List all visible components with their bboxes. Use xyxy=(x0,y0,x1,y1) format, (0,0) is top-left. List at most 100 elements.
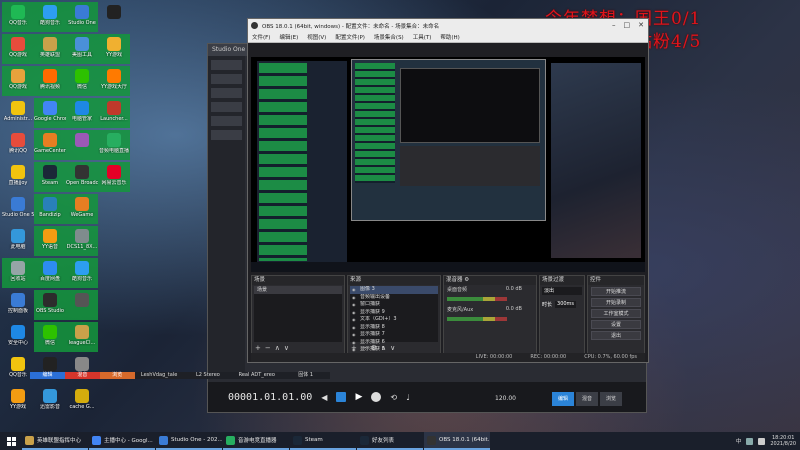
desktop-icon[interactable]: WeGame xyxy=(66,194,98,224)
menu-item[interactable]: 场景集合(S) xyxy=(374,33,404,41)
desktop-icon[interactable]: 此电脑 xyxy=(2,226,34,256)
desktop-icon[interactable]: Steam xyxy=(34,162,66,192)
close-icon[interactable]: ✕ xyxy=(638,21,644,29)
ime-indicator[interactable]: 中 xyxy=(736,437,742,445)
menu-item[interactable]: 帮助(H) xyxy=(440,33,459,41)
remove-icon[interactable]: − xyxy=(265,344,271,352)
desktop-icon[interactable]: 回收站 xyxy=(2,258,34,288)
tab-edit[interactable]: 编辑 xyxy=(552,392,574,406)
desktop-icon[interactable]: QQ音乐 xyxy=(2,2,34,32)
desktop-icon[interactable]: 美图工具 xyxy=(66,34,98,64)
desktop-icon[interactable]: YY游戏 xyxy=(2,386,34,416)
channel-label[interactable]: LeshVdag_tale xyxy=(134,372,184,379)
desktop-icon[interactable]: cache G... xyxy=(66,386,98,416)
desktop-icon[interactable]: 电脑管家 xyxy=(66,98,98,128)
source-item[interactable]: 音频输出设备 xyxy=(350,294,438,302)
desktop-icon[interactable]: 腾讯视频 xyxy=(34,66,66,96)
menu-item[interactable]: 配置文件(P) xyxy=(335,33,365,41)
play-icon[interactable]: ▶ xyxy=(355,392,362,402)
volume-slider[interactable] xyxy=(447,317,508,321)
maximize-icon[interactable]: □ xyxy=(624,21,631,29)
channel-label[interactable]: 浏览 xyxy=(99,372,135,379)
minimize-icon[interactable]: – xyxy=(612,21,616,29)
down-icon[interactable]: ∨ xyxy=(284,344,289,352)
channel-label[interactable]: 编辑 xyxy=(30,372,65,379)
desktop-icon[interactable]: 酷狗音乐 xyxy=(66,258,98,288)
desktop-icon[interactable]: 微信 xyxy=(34,322,66,352)
menu-item[interactable]: 文件(F) xyxy=(252,33,270,41)
source-item[interactable]: 显示捕获 8 xyxy=(350,324,438,332)
control-button[interactable]: 开始推流 xyxy=(591,287,641,296)
taskbar-item[interactable]: Studio One - 202... xyxy=(156,432,222,450)
taskbar-item[interactable]: Steam xyxy=(290,432,356,450)
gear-icon[interactable]: ⚙ xyxy=(464,277,469,283)
network-icon[interactable] xyxy=(746,437,754,445)
channel-label[interactable]: 混音 xyxy=(64,372,100,379)
desktop-icon[interactable]: GameCenter xyxy=(34,130,66,160)
taskbar-item[interactable]: 主播中心 - Googl... xyxy=(89,432,155,450)
channel-label[interactable]: L2 Stereo xyxy=(183,372,233,379)
taskbar-item[interactable]: 音游电竞直播器 xyxy=(223,432,289,450)
up-icon[interactable]: ∧ xyxy=(275,344,280,352)
source-item[interactable]: 窗口捕获 xyxy=(350,301,438,309)
taskbar-item[interactable]: 好友列表 xyxy=(357,432,423,450)
record-icon[interactable] xyxy=(371,392,382,402)
volume-icon[interactable] xyxy=(758,437,766,445)
menu-item[interactable]: 工具(T) xyxy=(413,33,432,41)
desktop-icon[interactable] xyxy=(66,290,98,320)
stop-icon[interactable] xyxy=(336,392,347,402)
desktop-icon[interactable]: YY游戏大厅 xyxy=(98,66,130,96)
desktop-icon[interactable]: YY游戏 xyxy=(98,34,130,64)
desktop-icon[interactable] xyxy=(66,130,98,160)
transition-select[interactable]: 淡出 xyxy=(542,287,582,295)
gear-icon[interactable]: ⚙ xyxy=(371,344,377,352)
daw-track-button[interactable] xyxy=(211,88,242,98)
menu-item[interactable]: 视图(V) xyxy=(307,33,326,41)
control-button[interactable]: 工作室模式 xyxy=(591,309,641,318)
obs-preview[interactable]: 今日梦想：钻粉4/5 xyxy=(251,57,645,272)
desktop-icon[interactable]: leagueCl... xyxy=(66,322,98,352)
daw-track-button[interactable] xyxy=(211,60,242,70)
daw-track-button[interactable] xyxy=(211,74,242,84)
control-button[interactable]: 开始录制 xyxy=(591,298,641,307)
desktop-icon[interactable]: 英雄联盟 xyxy=(34,34,66,64)
desktop-icon[interactable] xyxy=(34,354,66,384)
metronome-icon[interactable]: ♩ xyxy=(406,393,410,402)
desktop-icon[interactable]: 音频电脑直播 xyxy=(98,130,130,160)
add-icon[interactable]: + xyxy=(255,344,261,352)
source-item[interactable]: 图像 3 xyxy=(350,286,438,294)
desktop-icon[interactable]: 控制面板 xyxy=(2,290,34,320)
desktop-icon[interactable]: YY语音 xyxy=(34,226,66,256)
volume-slider[interactable] xyxy=(447,297,508,301)
start-button[interactable] xyxy=(0,432,22,450)
taskbar-item[interactable]: 英雄联盟指挥中心 xyxy=(22,432,88,450)
desktop-icon[interactable]: 百度网盘 xyxy=(34,258,66,288)
source-item[interactable]: 文本（GDI+）3 xyxy=(350,316,438,324)
desktop-icon[interactable]: Launcher... xyxy=(98,98,130,128)
desktop-icon[interactable]: Studio One xyxy=(66,2,98,32)
down-icon[interactable]: ∨ xyxy=(390,344,395,352)
taskbar-item[interactable]: OBS 18.0.1 (64bit... xyxy=(424,432,490,450)
desktop-icon[interactable]: 安全中心 xyxy=(2,322,34,352)
source-item[interactable]: 显示捕获 9 xyxy=(350,309,438,317)
scene-item[interactable]: 场景 xyxy=(254,286,342,294)
clock[interactable]: 18:20:01 2021/8/20 xyxy=(770,435,796,447)
desktop-icon[interactable]: 酷狗音乐 xyxy=(34,2,66,32)
desktop-icon[interactable]: 直播jjoy xyxy=(2,162,34,192)
control-button[interactable]: 设置 xyxy=(591,320,641,329)
daw-track-button[interactable] xyxy=(211,116,242,126)
desktop-icon[interactable]: 微信 xyxy=(66,66,98,96)
control-button[interactable]: 退出 xyxy=(591,331,641,340)
desktop-icon[interactable]: Google Chrome xyxy=(34,98,66,128)
desktop-icon[interactable]: Studio One 5 xyxy=(2,194,34,224)
daw-track-button[interactable] xyxy=(211,130,242,140)
daw-track-button[interactable] xyxy=(211,102,242,112)
desktop-icon[interactable]: QQ音乐 xyxy=(2,354,34,384)
desktop-icon[interactable]: QQ游戏 xyxy=(2,34,34,64)
tab-mix[interactable]: 混音 xyxy=(576,392,598,406)
channel-label[interactable]: 固体 1 xyxy=(281,372,331,379)
menu-item[interactable]: 编辑(E) xyxy=(279,33,298,41)
rewind-icon[interactable]: ◀ xyxy=(321,393,327,402)
desktop-icon[interactable]: 迅雷影音 xyxy=(34,386,66,416)
desktop-icon[interactable]: Open Broadcast xyxy=(66,162,98,192)
